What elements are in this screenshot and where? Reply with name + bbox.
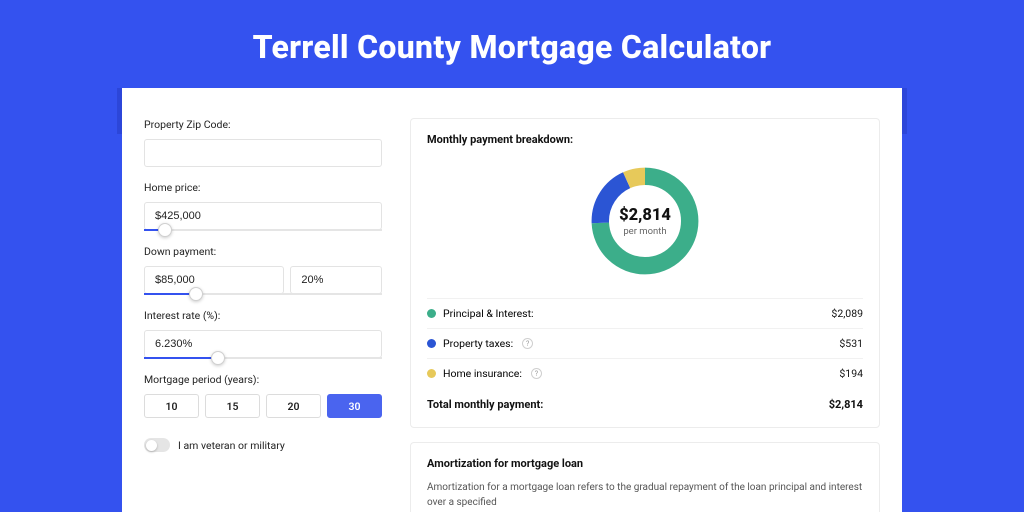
total-row: Total monthly payment: $2,814 bbox=[427, 388, 863, 413]
veteran-toggle-label: I am veteran or military bbox=[178, 439, 285, 452]
mortgage-period-label: Mortgage period (years): bbox=[144, 373, 382, 386]
down-payment-percent-input[interactable] bbox=[290, 266, 382, 294]
legend-row-taxes: Property taxes: ? $531 bbox=[427, 328, 863, 358]
info-icon[interactable]: ? bbox=[522, 338, 533, 349]
veteran-toggle[interactable] bbox=[144, 438, 170, 452]
interest-rate-slider[interactable] bbox=[144, 357, 382, 359]
veteran-toggle-row: I am veteran or military bbox=[144, 438, 382, 452]
total-label: Total monthly payment: bbox=[427, 398, 543, 411]
legend-value: $194 bbox=[839, 367, 863, 380]
input-column: Property Zip Code: Home price: Down paym… bbox=[144, 118, 382, 512]
interest-rate-input[interactable] bbox=[144, 330, 382, 358]
home-price-slider-thumb[interactable] bbox=[158, 223, 172, 237]
page-title: Terrell County Mortgage Calculator bbox=[0, 0, 1024, 88]
breakdown-panel: Monthly payment breakdown: $2,814 per mo… bbox=[410, 118, 880, 428]
legend-label: Property taxes: bbox=[443, 337, 513, 350]
legend-label: Principal & Interest: bbox=[443, 307, 534, 320]
legend-row-insurance: Home insurance: ? $194 bbox=[427, 358, 863, 388]
down-payment-label: Down payment: bbox=[144, 245, 382, 258]
home-price-input[interactable] bbox=[144, 202, 382, 230]
output-column: Monthly payment breakdown: $2,814 per mo… bbox=[410, 118, 880, 512]
donut-wrap: $2,814 per month bbox=[427, 156, 863, 298]
donut-amount: $2,814 bbox=[619, 206, 671, 225]
total-value: $2,814 bbox=[829, 398, 863, 411]
donut-center: $2,814 per month bbox=[586, 162, 704, 280]
interest-rate-group: Interest rate (%): bbox=[144, 309, 382, 359]
interest-rate-slider-thumb[interactable] bbox=[211, 351, 225, 365]
amortization-panel: Amortization for mortgage loan Amortizat… bbox=[410, 442, 880, 512]
legend-value: $531 bbox=[839, 337, 863, 350]
down-payment-slider-thumb[interactable] bbox=[189, 287, 203, 301]
dot-icon bbox=[427, 309, 436, 318]
amortization-body: Amortization for a mortgage loan refers … bbox=[427, 480, 863, 510]
mortgage-period-options: 10 15 20 30 bbox=[144, 394, 382, 418]
period-20-button[interactable]: 20 bbox=[266, 394, 321, 418]
down-payment-group: Down payment: bbox=[144, 245, 382, 295]
mortgage-period-group: Mortgage period (years): 10 15 20 30 bbox=[144, 373, 382, 418]
down-payment-input[interactable] bbox=[144, 266, 284, 294]
home-price-slider[interactable] bbox=[144, 229, 382, 231]
zip-group: Property Zip Code: bbox=[144, 118, 382, 167]
dot-icon bbox=[427, 339, 436, 348]
period-10-button[interactable]: 10 bbox=[144, 394, 199, 418]
dot-icon bbox=[427, 369, 436, 378]
legend-value: $2,089 bbox=[831, 307, 863, 320]
period-30-button[interactable]: 30 bbox=[327, 394, 382, 418]
down-payment-slider[interactable] bbox=[144, 293, 382, 295]
zip-label: Property Zip Code: bbox=[144, 118, 382, 131]
donut-sub: per month bbox=[623, 226, 666, 237]
info-icon[interactable]: ? bbox=[531, 368, 542, 379]
home-price-group: Home price: bbox=[144, 181, 382, 231]
amortization-title: Amortization for mortgage loan bbox=[427, 457, 863, 470]
breakdown-title: Monthly payment breakdown: bbox=[427, 133, 863, 146]
donut-chart: $2,814 per month bbox=[586, 162, 704, 280]
period-15-button[interactable]: 15 bbox=[205, 394, 260, 418]
home-price-label: Home price: bbox=[144, 181, 382, 194]
legend-label: Home insurance: bbox=[443, 367, 522, 380]
zip-input[interactable] bbox=[144, 139, 382, 167]
calculator-card: Property Zip Code: Home price: Down paym… bbox=[122, 88, 902, 512]
legend-row-principal: Principal & Interest: $2,089 bbox=[427, 298, 863, 328]
interest-rate-label: Interest rate (%): bbox=[144, 309, 382, 322]
